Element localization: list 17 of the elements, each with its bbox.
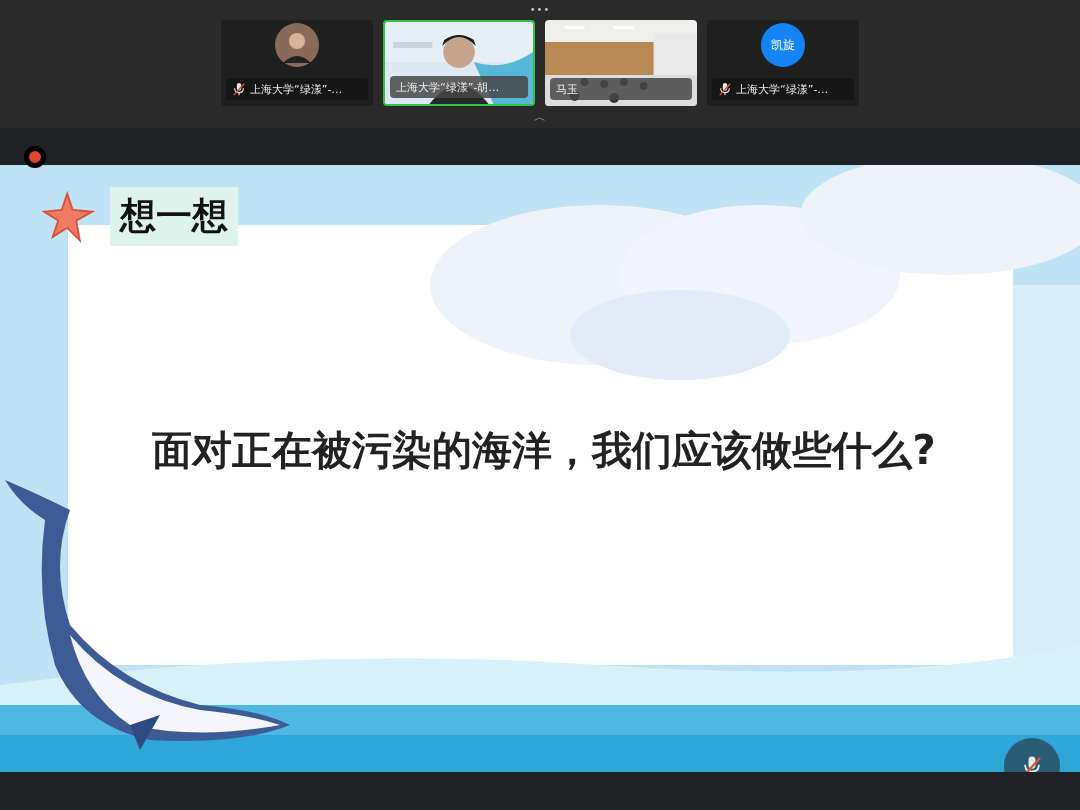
participant-name-text: 上海大学“绿漾”-… bbox=[736, 81, 829, 97]
question-text: 面对正在被污染的海洋，我们应该做些什么? bbox=[151, 426, 937, 475]
avatar-icon bbox=[275, 23, 319, 67]
avatar-initials: 凯旋 bbox=[761, 23, 805, 67]
heading-label: 想一想 bbox=[42, 187, 238, 246]
video-tile[interactable]: 马玉 bbox=[545, 20, 697, 106]
collapse-button[interactable]: ︿ bbox=[534, 106, 546, 128]
participant-name-text: 上海大学“绿漾”-胡… bbox=[396, 79, 500, 95]
muted-microphone-icon bbox=[232, 82, 246, 96]
video-tile[interactable]: 上海大学“绿漾”-胡… bbox=[383, 20, 535, 106]
muted-microphone-icon bbox=[718, 82, 732, 96]
video-tile[interactable]: 凯旋 上海大学“绿漾”-… bbox=[707, 20, 859, 106]
starfish-icon bbox=[42, 189, 96, 244]
participant-name-text: 上海大学“绿漾”-… bbox=[250, 81, 343, 97]
video-tile[interactable]: 上海大学“绿漾”-… bbox=[221, 20, 373, 106]
participant-name-text: 马玉 bbox=[556, 81, 578, 97]
more-button[interactable]: ••• bbox=[529, 0, 551, 20]
